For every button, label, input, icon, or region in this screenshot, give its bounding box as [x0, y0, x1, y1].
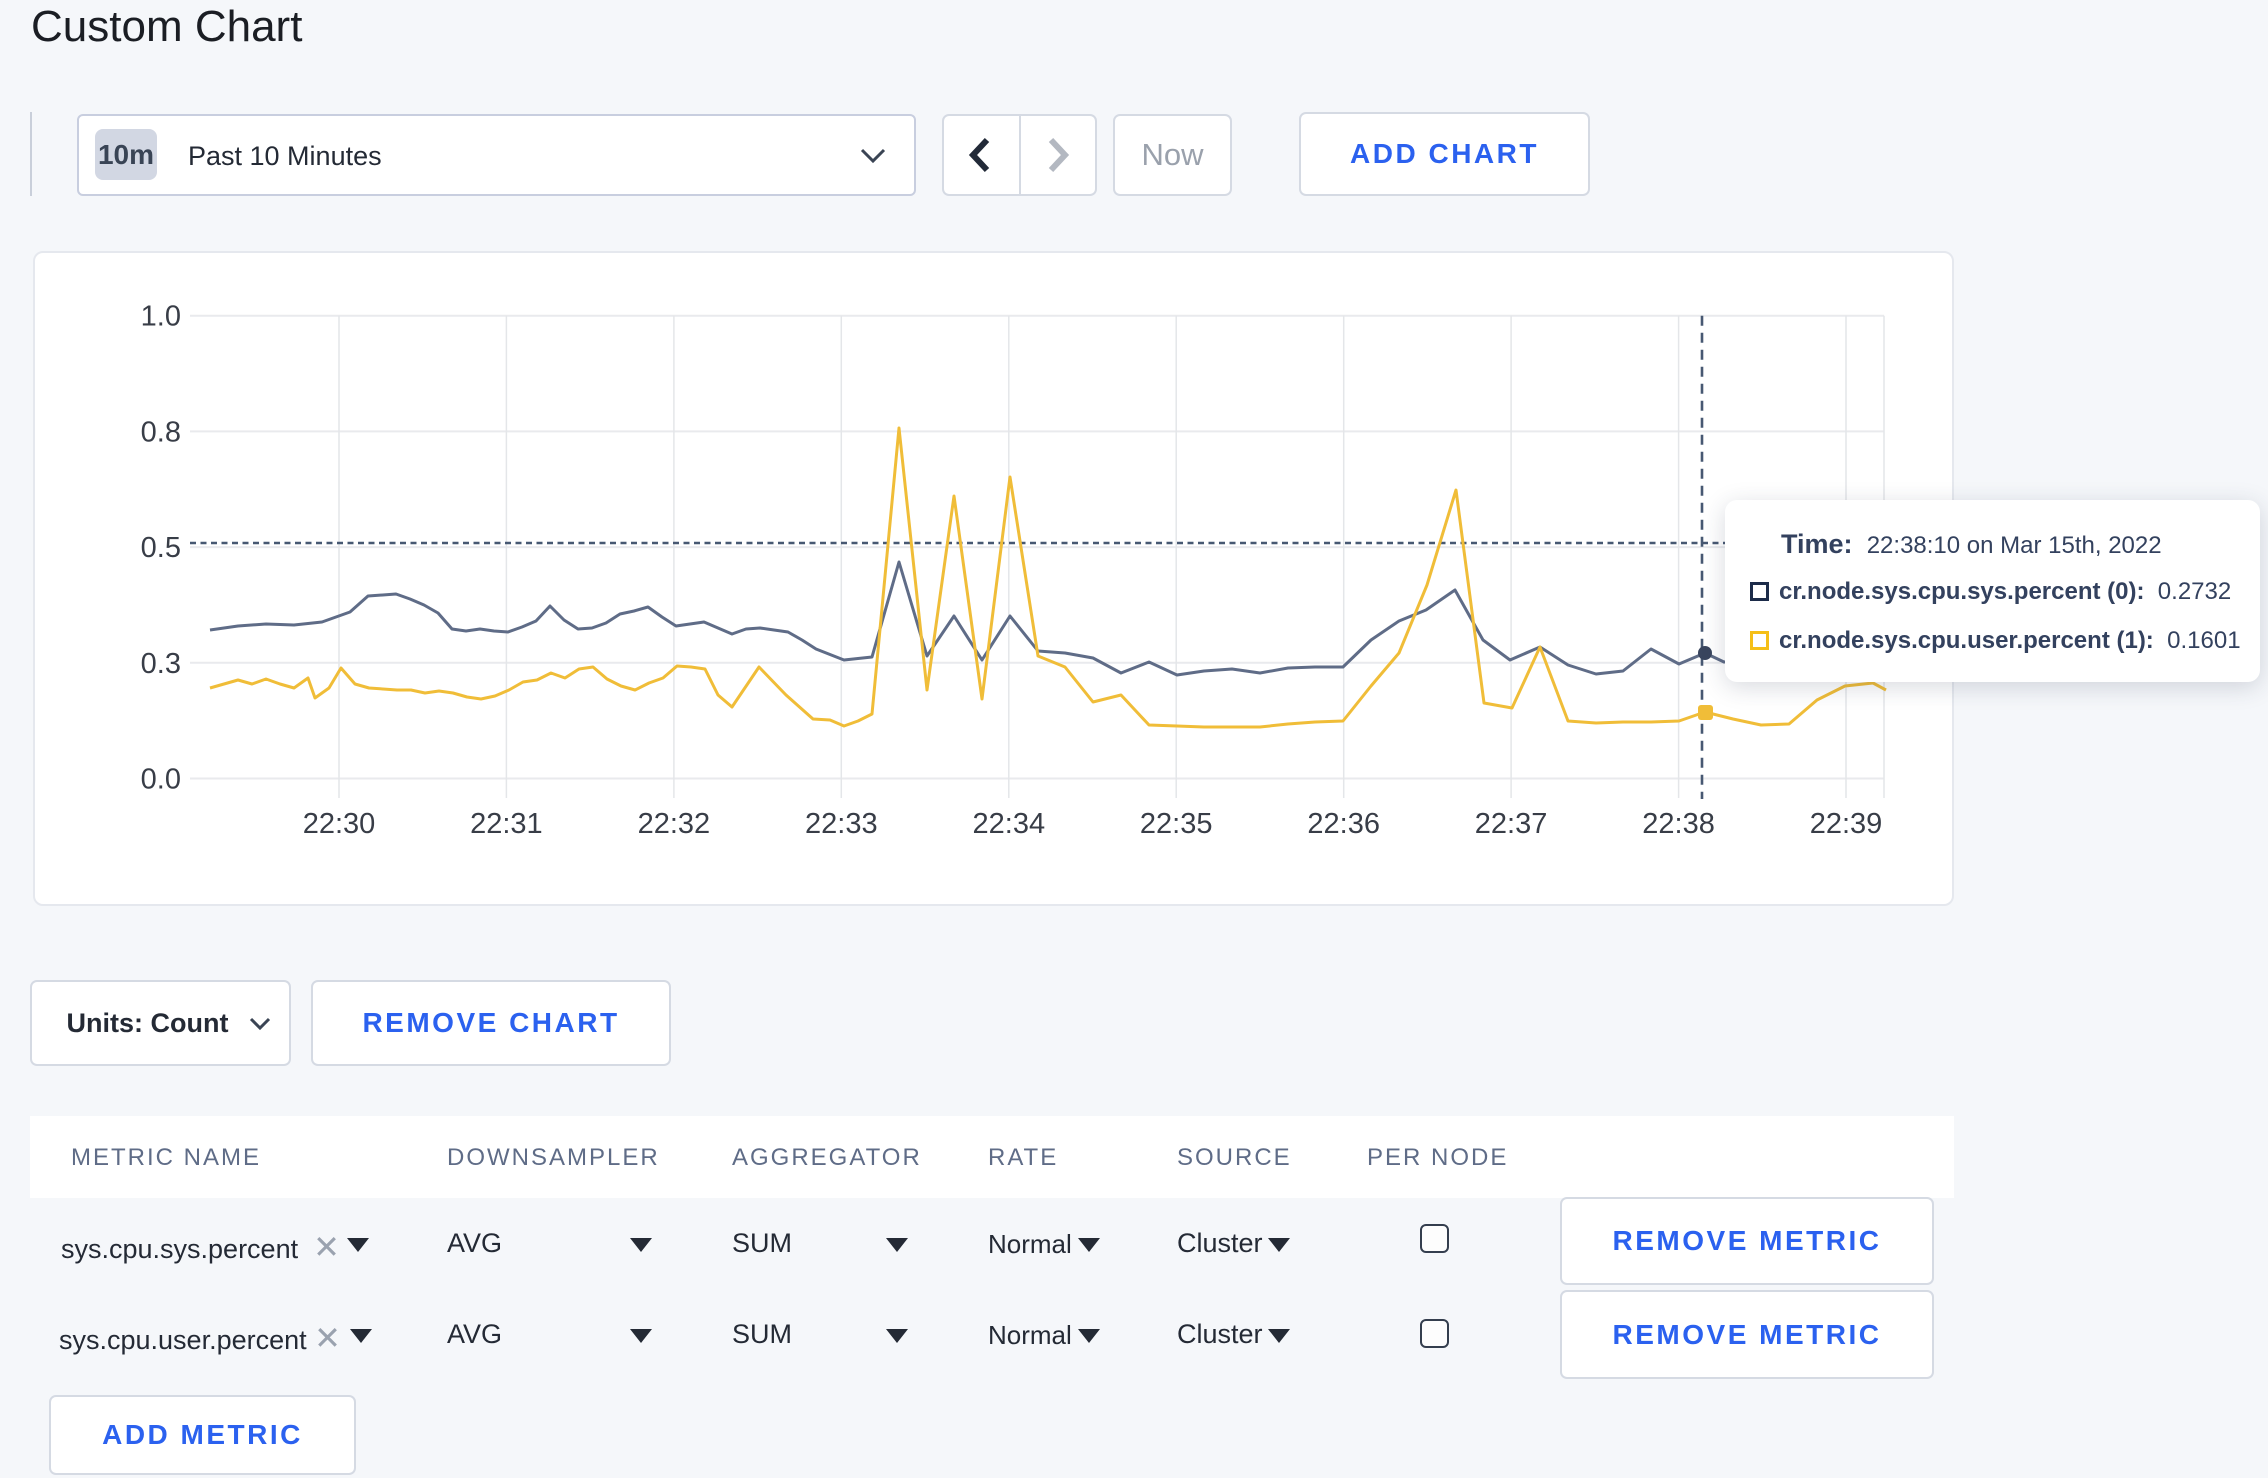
svg-text:0.8: 0.8 [141, 416, 181, 448]
svg-text:0.5: 0.5 [141, 532, 181, 564]
svg-text:1.0: 1.0 [141, 301, 181, 333]
svg-text:22:34: 22:34 [973, 808, 1046, 840]
svg-text:22:36: 22:36 [1307, 808, 1380, 840]
svg-text:22:37: 22:37 [1475, 808, 1548, 840]
svg-text:22:31: 22:31 [470, 808, 543, 840]
svg-text:0.3: 0.3 [141, 648, 181, 680]
svg-text:22:35: 22:35 [1140, 808, 1213, 840]
svg-text:0.0: 0.0 [141, 764, 181, 796]
svg-text:22:39: 22:39 [1810, 808, 1883, 840]
svg-text:22:38: 22:38 [1642, 808, 1715, 840]
svg-text:22:32: 22:32 [638, 808, 711, 840]
svg-text:22:33: 22:33 [805, 808, 878, 840]
svg-text:22:30: 22:30 [303, 808, 376, 840]
